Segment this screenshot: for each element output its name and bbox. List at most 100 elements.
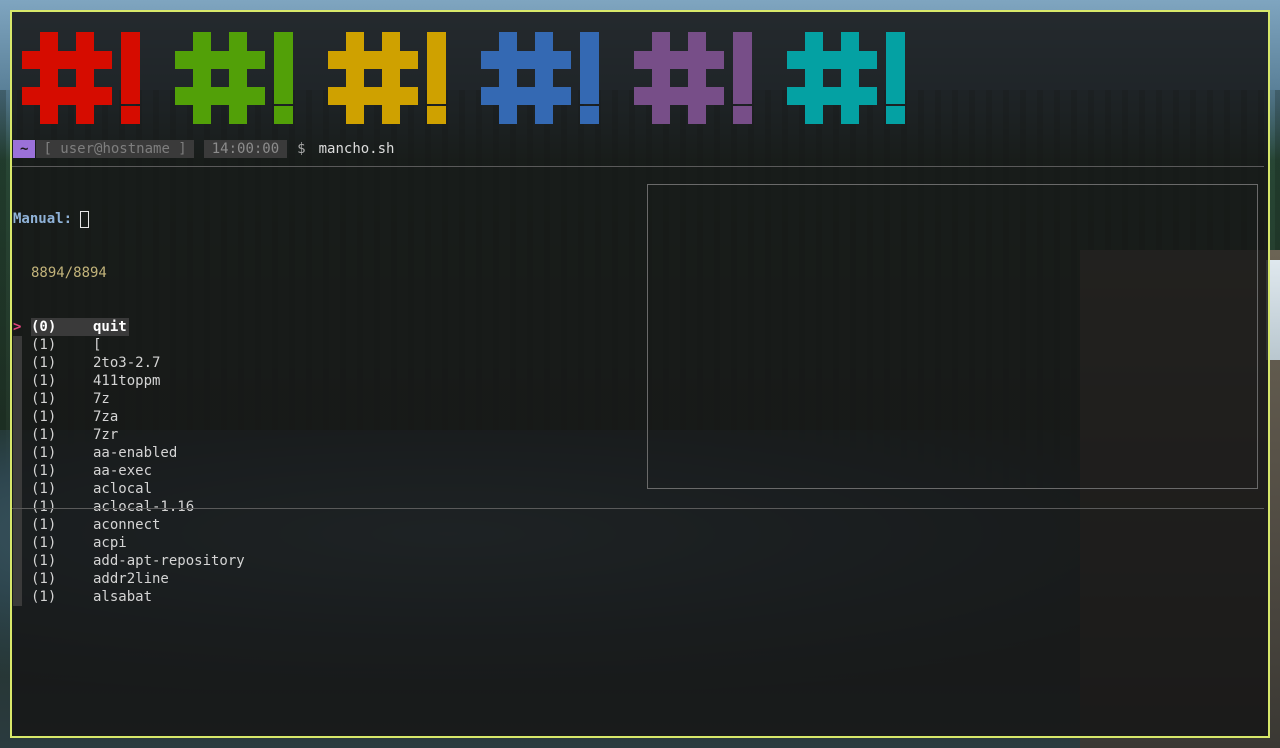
list-item[interactable]: (1) acpi — [13, 534, 245, 552]
list-item[interactable]: (1) 7za — [13, 408, 245, 426]
man-page-name: 7z — [93, 391, 110, 407]
list-gutter — [13, 588, 22, 606]
man-section: (1) — [31, 499, 57, 515]
man-section: (1) — [31, 445, 57, 461]
list-gutter — [13, 372, 22, 390]
list-gutter — [13, 354, 22, 372]
list-gutter — [13, 390, 22, 408]
list-gutter — [13, 498, 22, 516]
man-page-name: 411toppm — [93, 373, 161, 389]
list-item-text: (1) acpi — [31, 534, 127, 552]
man-page-name: 7zr — [93, 427, 119, 443]
list-gutter — [13, 534, 22, 552]
hashbang-icon — [634, 32, 754, 124]
hashbang-icon — [328, 32, 448, 124]
selection-pointer: > — [13, 319, 22, 335]
list-item-text: (1) add-apt-repository — [31, 552, 245, 570]
man-section: (1) — [31, 391, 57, 407]
man-page-name: aconnect — [93, 517, 161, 533]
list-gutter — [13, 516, 22, 534]
list-item-text: (1) 2to3-2.7 — [31, 354, 160, 372]
hashbang-icon — [175, 32, 295, 124]
list-item-text: (1) 7z — [31, 390, 110, 408]
list-item-text: (1) 411toppm — [31, 372, 160, 390]
man-page-name: aclocal-1.16 — [93, 499, 195, 515]
list-item[interactable]: (1) aclocal-1.16 — [13, 498, 245, 516]
man-page-name: [ — [93, 337, 102, 353]
list-item-text: (1) aconnect — [31, 516, 160, 534]
man-section: (1) — [31, 355, 57, 371]
list-item-text: (1) aclocal — [31, 480, 152, 498]
fzf-query-line[interactable]: Manual: — [13, 210, 245, 228]
list-gutter — [13, 480, 22, 498]
man-section: (0) — [31, 319, 57, 335]
list-item-text: (1) 7za — [31, 408, 118, 426]
man-section: (1) — [31, 535, 57, 551]
prompt-user-host: [ user@hostname ] — [36, 140, 194, 158]
list-item[interactable]: (1) aclocal — [13, 480, 245, 498]
man-page-name: quit — [93, 319, 127, 335]
list-item[interactable]: (1) 2to3-2.7 — [13, 354, 245, 372]
man-page-name: add-apt-repository — [93, 553, 245, 569]
man-page-name: aa-enabled — [93, 445, 178, 461]
prompt-command: mancho.sh — [318, 141, 395, 157]
text-cursor — [80, 210, 90, 228]
terminal-window[interactable]: ~ [ user@hostname ] 14:00:00 $ mancho.sh… — [10, 10, 1270, 738]
prompt-directory: ~ — [13, 140, 36, 158]
list-item[interactable]: (1) [ — [13, 336, 245, 354]
list-item-text: (1) aa-enabled — [31, 444, 177, 462]
man-section: (1) — [31, 571, 57, 587]
list-item-text: (1) aclocal-1.16 — [31, 498, 194, 516]
list-item[interactable]: (1) 7z — [13, 390, 245, 408]
list-item[interactable]: (1) add-apt-repository — [13, 552, 245, 570]
list-item-text: (1) addr2line — [31, 570, 169, 588]
list-item[interactable]: (1) aa-enabled — [13, 444, 245, 462]
hashbang-icon — [22, 32, 142, 124]
man-page-name: acpi — [93, 535, 127, 551]
list-item[interactable]: (1) aa-exec — [13, 462, 245, 480]
list-item-text: (1) alsabat — [31, 588, 152, 606]
list-item[interactable]: (1) alsabat — [13, 588, 245, 606]
man-section: (1) — [31, 373, 57, 389]
hashbang-icon — [481, 32, 601, 124]
prompt-symbol: $ — [297, 141, 306, 157]
list-item-text: (1) 7zr — [31, 426, 118, 444]
man-page-name: 2to3-2.7 — [93, 355, 161, 371]
fzf-match-count: 8894/8894 — [31, 265, 107, 281]
man-section: (1) — [31, 517, 57, 533]
man-page-name: aa-exec — [93, 463, 153, 479]
man-page-name: aclocal — [93, 481, 153, 497]
man-section: (1) — [31, 427, 57, 443]
list-gutter — [13, 444, 22, 462]
selected-list-item[interactable]: > (0) quit — [13, 318, 245, 336]
hashbang-icon — [787, 32, 907, 124]
list-gutter — [13, 462, 22, 480]
list-gutter — [13, 570, 22, 588]
list-gutter — [13, 408, 22, 426]
list-item[interactable]: (1) 7zr — [13, 426, 245, 444]
man-section: (1) — [31, 481, 57, 497]
fzf-preview-pane — [647, 184, 1258, 489]
man-section: (1) — [31, 409, 57, 425]
shell-prompt: ~ [ user@hostname ] 14:00:00 $ mancho.sh — [13, 140, 394, 158]
man-page-name: alsabat — [93, 589, 153, 605]
fzf-bottom-border — [12, 508, 1264, 509]
list-item[interactable]: (1) 411toppm — [13, 372, 245, 390]
fzf-finder[interactable]: Manual: 8894/8894 > (0) quit (1) [ (1) 2to3-2.… — [13, 174, 245, 642]
man-section: (1) — [31, 463, 57, 479]
man-section: (1) — [31, 553, 57, 569]
list-gutter — [13, 426, 22, 444]
man-section: (1) — [31, 589, 57, 605]
man-page-name: addr2line — [93, 571, 169, 587]
list-item[interactable]: (1) aconnect — [13, 516, 245, 534]
fzf-result-list[interactable]: > (0) quit (1)[(1) 2to3-2.7 (1) 411toppm (1) 7z(… — [13, 318, 245, 606]
fzf-query-label: Manual: — [13, 211, 73, 227]
prompt-time: 14:00:00 — [203, 140, 288, 158]
list-gutter — [13, 336, 22, 354]
list-item-text: (1) aa-exec — [31, 462, 152, 480]
list-item-text: (1) [ — [31, 336, 101, 354]
fzf-top-border — [12, 166, 1264, 167]
man-section: (1) — [31, 337, 57, 353]
list-item-text: (0) quit — [31, 318, 129, 336]
list-item[interactable]: (1) addr2line — [13, 570, 245, 588]
